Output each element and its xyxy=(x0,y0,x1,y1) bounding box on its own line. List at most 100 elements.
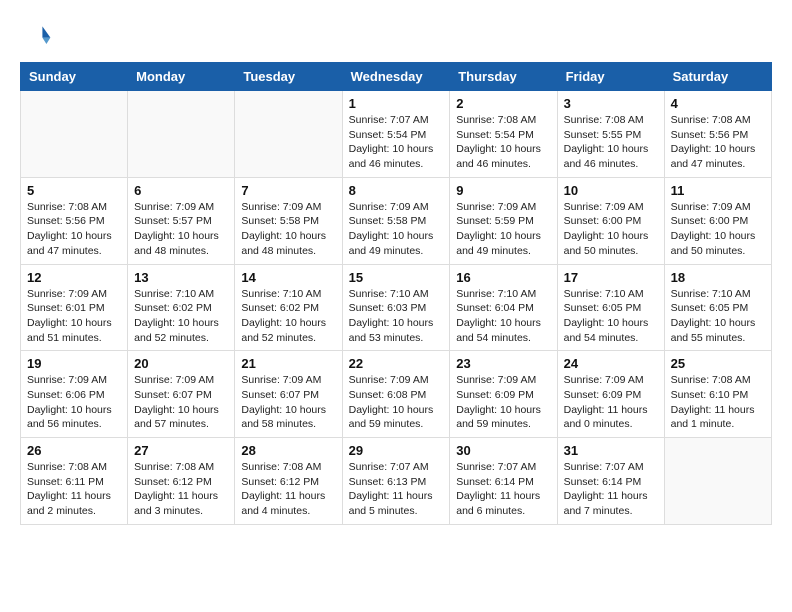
logo-icon xyxy=(20,20,52,52)
day-header-tuesday: Tuesday xyxy=(235,63,342,91)
calendar-table: SundayMondayTuesdayWednesdayThursdayFrid… xyxy=(20,62,772,525)
day-number: 6 xyxy=(134,183,228,198)
day-number: 16 xyxy=(456,270,550,285)
day-info: Sunrise: 7:08 AM Sunset: 6:11 PM Dayligh… xyxy=(27,460,121,519)
calendar-cell: 19 Sunrise: 7:09 AM Sunset: 6:06 PM Dayli… xyxy=(21,351,128,438)
calendar-cell xyxy=(21,91,128,178)
calendar-cell: 21 Sunrise: 7:09 AM Sunset: 6:07 PM Dayli… xyxy=(235,351,342,438)
calendar-cell: 30 Sunrise: 7:07 AM Sunset: 6:14 PM Dayli… xyxy=(450,438,557,525)
calendar-cell: 3Sunrise: 7:08 AM Sunset: 5:55 PM Daylig… xyxy=(557,91,664,178)
calendar-cell: 1 Sunrise: 7:07 AM Sunset: 5:54 PM Daylig… xyxy=(342,91,450,178)
day-header-sunday: Sunday xyxy=(21,63,128,91)
day-number: 12 xyxy=(27,270,121,285)
calendar-cell: 9 Sunrise: 7:09 AM Sunset: 5:59 PM Daylig… xyxy=(450,177,557,264)
day-number: 5 xyxy=(27,183,121,198)
calendar-week-row: 19 Sunrise: 7:09 AM Sunset: 6:06 PM Dayli… xyxy=(21,351,772,438)
day-number: 15 xyxy=(349,270,444,285)
calendar-cell: 29 Sunrise: 7:07 AM Sunset: 6:13 PM Dayli… xyxy=(342,438,450,525)
day-number: 3 xyxy=(564,96,658,111)
day-info: Sunrise: 7:08 AM Sunset: 5:54 PM Dayligh… xyxy=(456,113,550,172)
day-info: Sunrise: 7:08 AM Sunset: 6:12 PM Dayligh… xyxy=(134,460,228,519)
calendar-cell xyxy=(128,91,235,178)
day-number: 30 xyxy=(456,443,550,458)
calendar-cell: 20 Sunrise: 7:09 AM Sunset: 6:07 PM Dayli… xyxy=(128,351,235,438)
day-info: Sunrise: 7:07 AM Sunset: 6:14 PM Dayligh… xyxy=(456,460,550,519)
calendar-cell: 22Sunrise: 7:09 AM Sunset: 6:08 PM Dayli… xyxy=(342,351,450,438)
calendar-week-row: 1 Sunrise: 7:07 AM Sunset: 5:54 PM Daylig… xyxy=(21,91,772,178)
day-number: 17 xyxy=(564,270,658,285)
day-info: Sunrise: 7:07 AM Sunset: 6:13 PM Dayligh… xyxy=(349,460,444,519)
day-info: Sunrise: 7:09 AM Sunset: 6:07 PM Dayligh… xyxy=(241,373,335,432)
day-number: 4 xyxy=(671,96,765,111)
calendar-cell: 13 Sunrise: 7:10 AM Sunset: 6:02 PM Dayli… xyxy=(128,264,235,351)
day-header-monday: Monday xyxy=(128,63,235,91)
calendar-cell: 10 Sunrise: 7:09 AM Sunset: 6:00 PM Dayli… xyxy=(557,177,664,264)
day-info: Sunrise: 7:09 AM Sunset: 6:06 PM Dayligh… xyxy=(27,373,121,432)
day-info: Sunrise: 7:10 AM Sunset: 6:05 PM Dayligh… xyxy=(671,287,765,346)
calendar-cell: 26 Sunrise: 7:08 AM Sunset: 6:11 PM Dayli… xyxy=(21,438,128,525)
day-info: Sunrise: 7:08 AM Sunset: 6:10 PM Dayligh… xyxy=(671,373,765,432)
day-info: Sunrise: 7:09 AM Sunset: 6:09 PM Dayligh… xyxy=(564,373,658,432)
day-number: 2 xyxy=(456,96,550,111)
calendar-header-row: SundayMondayTuesdayWednesdayThursdayFrid… xyxy=(21,63,772,91)
calendar-cell: 7 Sunrise: 7:09 AM Sunset: 5:58 PM Daylig… xyxy=(235,177,342,264)
calendar-cell: 2 Sunrise: 7:08 AM Sunset: 5:54 PM Daylig… xyxy=(450,91,557,178)
calendar-cell: 12 Sunrise: 7:09 AM Sunset: 6:01 PM Dayli… xyxy=(21,264,128,351)
day-number: 18 xyxy=(671,270,765,285)
day-number: 23 xyxy=(456,356,550,371)
day-number: 14 xyxy=(241,270,335,285)
calendar-cell: 24 Sunrise: 7:09 AM Sunset: 6:09 PM Dayli… xyxy=(557,351,664,438)
day-number: 9 xyxy=(456,183,550,198)
day-number: 27 xyxy=(134,443,228,458)
day-number: 25 xyxy=(671,356,765,371)
day-number: 7 xyxy=(241,183,335,198)
day-number: 10 xyxy=(564,183,658,198)
calendar-cell: 17Sunrise: 7:10 AM Sunset: 6:05 PM Dayli… xyxy=(557,264,664,351)
day-number: 26 xyxy=(27,443,121,458)
day-header-wednesday: Wednesday xyxy=(342,63,450,91)
day-info: Sunrise: 7:09 AM Sunset: 5:57 PM Dayligh… xyxy=(134,200,228,259)
day-number: 31 xyxy=(564,443,658,458)
calendar-cell: 5 Sunrise: 7:08 AM Sunset: 5:56 PM Daylig… xyxy=(21,177,128,264)
day-header-thursday: Thursday xyxy=(450,63,557,91)
day-info: Sunrise: 7:08 AM Sunset: 5:56 PM Dayligh… xyxy=(27,200,121,259)
calendar-cell: 28Sunrise: 7:08 AM Sunset: 6:12 PM Dayli… xyxy=(235,438,342,525)
day-info: Sunrise: 7:07 AM Sunset: 6:14 PM Dayligh… xyxy=(564,460,658,519)
day-info: Sunrise: 7:08 AM Sunset: 5:56 PM Dayligh… xyxy=(671,113,765,172)
day-info: Sunrise: 7:08 AM Sunset: 6:12 PM Dayligh… xyxy=(241,460,335,519)
day-info: Sunrise: 7:09 AM Sunset: 6:01 PM Dayligh… xyxy=(27,287,121,346)
calendar-cell: 8 Sunrise: 7:09 AM Sunset: 5:58 PM Daylig… xyxy=(342,177,450,264)
calendar-cell xyxy=(235,91,342,178)
day-info: Sunrise: 7:07 AM Sunset: 5:54 PM Dayligh… xyxy=(349,113,444,172)
calendar-week-row: 12 Sunrise: 7:09 AM Sunset: 6:01 PM Dayli… xyxy=(21,264,772,351)
calendar-cell: 23Sunrise: 7:09 AM Sunset: 6:09 PM Dayli… xyxy=(450,351,557,438)
calendar-cell: 27 Sunrise: 7:08 AM Sunset: 6:12 PM Dayli… xyxy=(128,438,235,525)
day-info: Sunrise: 7:09 AM Sunset: 5:59 PM Dayligh… xyxy=(456,200,550,259)
day-info: Sunrise: 7:09 AM Sunset: 6:07 PM Dayligh… xyxy=(134,373,228,432)
day-info: Sunrise: 7:10 AM Sunset: 6:02 PM Dayligh… xyxy=(134,287,228,346)
day-number: 24 xyxy=(564,356,658,371)
day-info: Sunrise: 7:10 AM Sunset: 6:03 PM Dayligh… xyxy=(349,287,444,346)
day-number: 20 xyxy=(134,356,228,371)
calendar-cell: 6 Sunrise: 7:09 AM Sunset: 5:57 PM Daylig… xyxy=(128,177,235,264)
day-info: Sunrise: 7:09 AM Sunset: 5:58 PM Dayligh… xyxy=(349,200,444,259)
logo xyxy=(20,20,56,52)
page-header xyxy=(20,20,772,52)
day-info: Sunrise: 7:09 AM Sunset: 6:00 PM Dayligh… xyxy=(564,200,658,259)
day-number: 1 xyxy=(349,96,444,111)
day-number: 29 xyxy=(349,443,444,458)
day-info: Sunrise: 7:10 AM Sunset: 6:04 PM Dayligh… xyxy=(456,287,550,346)
calendar-cell: 11 Sunrise: 7:09 AM Sunset: 6:00 PM Dayli… xyxy=(664,177,771,264)
day-header-friday: Friday xyxy=(557,63,664,91)
calendar-cell: 14Sunrise: 7:10 AM Sunset: 6:02 PM Dayli… xyxy=(235,264,342,351)
calendar-cell: 15 Sunrise: 7:10 AM Sunset: 6:03 PM Dayli… xyxy=(342,264,450,351)
day-number: 8 xyxy=(349,183,444,198)
day-number: 19 xyxy=(27,356,121,371)
day-number: 11 xyxy=(671,183,765,198)
day-info: Sunrise: 7:09 AM Sunset: 5:58 PM Dayligh… xyxy=(241,200,335,259)
day-number: 13 xyxy=(134,270,228,285)
day-info: Sunrise: 7:09 AM Sunset: 6:00 PM Dayligh… xyxy=(671,200,765,259)
day-header-saturday: Saturday xyxy=(664,63,771,91)
day-number: 21 xyxy=(241,356,335,371)
day-number: 22 xyxy=(349,356,444,371)
